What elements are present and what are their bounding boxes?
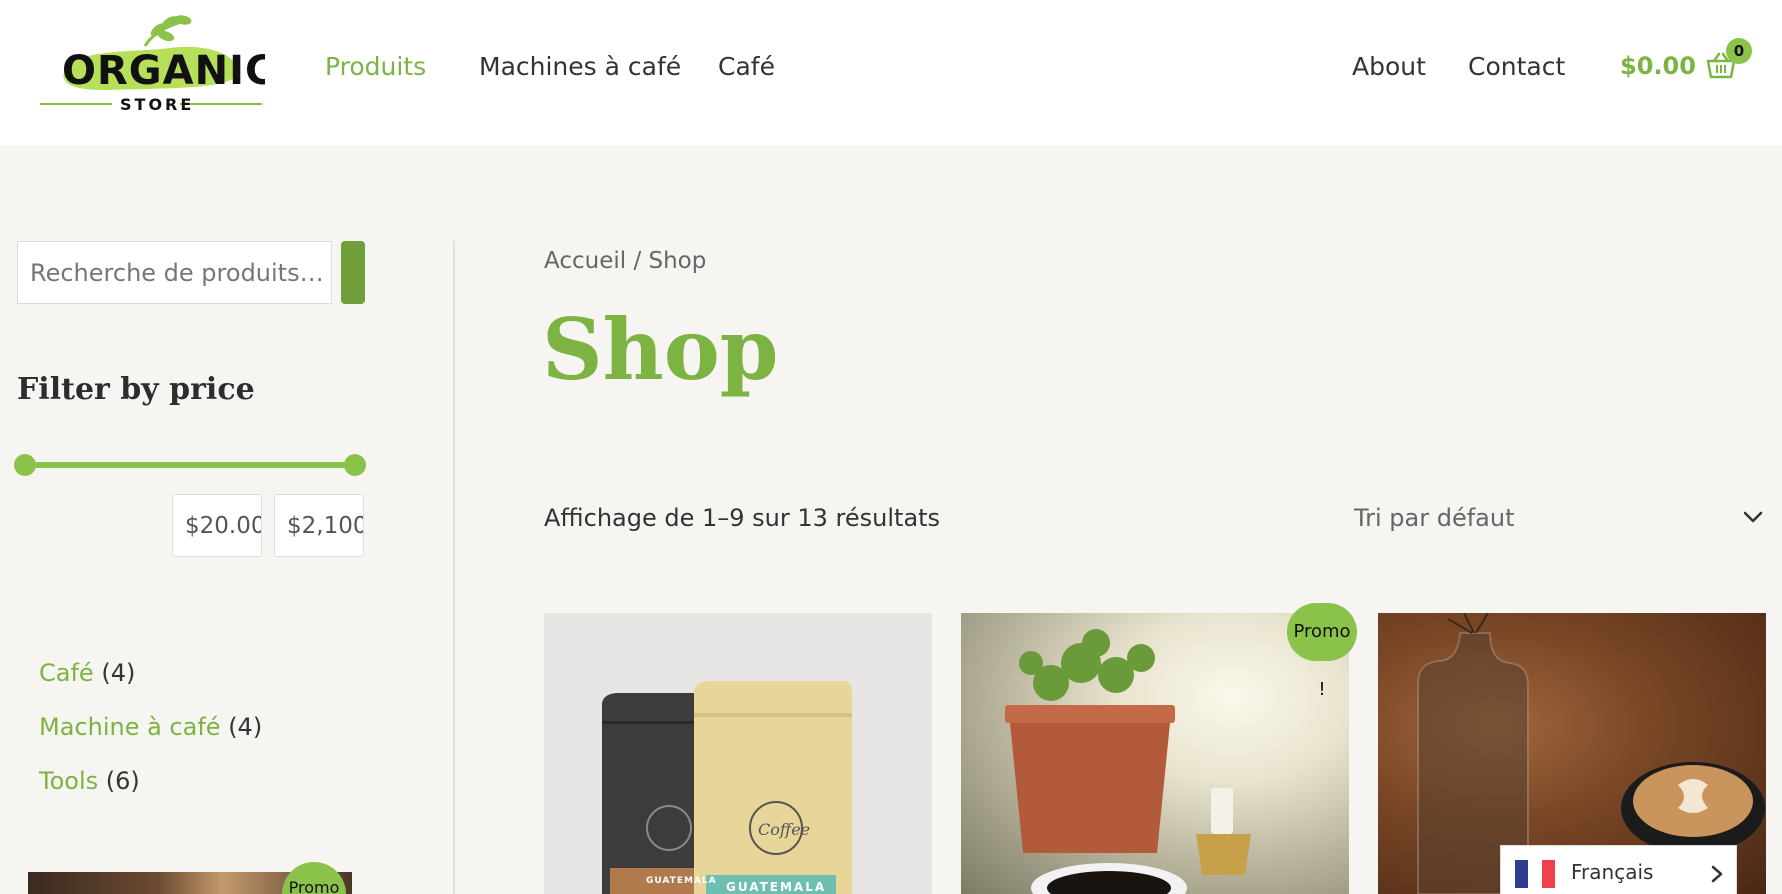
category-item-tools: Tools (6) <box>39 767 140 795</box>
nav-contact[interactable]: Contact <box>1468 52 1565 81</box>
product-search-input[interactable] <box>17 241 332 304</box>
nav-cafe[interactable]: Café <box>718 52 775 81</box>
nav-machines-a-cafe[interactable]: Machines à café <box>479 52 681 81</box>
chevron-down-icon <box>1743 511 1763 523</box>
language-label: Français <box>1571 860 1654 884</box>
french-flag-icon <box>1515 860 1555 888</box>
breadcrumb[interactable]: Accueil / Shop <box>544 248 706 274</box>
filter-by-price-title: Filter by price <box>17 372 255 407</box>
category-count: (4) <box>228 713 263 741</box>
coffee-bags-image: Coffee GUATEMALA GUATEMALA <box>602 681 852 894</box>
svg-text:GUATEMALA: GUATEMALA <box>726 880 826 894</box>
product-card-coffee-bags[interactable]: Coffee GUATEMALA GUATEMALA <box>544 613 932 894</box>
sidebar-divider <box>453 241 455 894</box>
cart-total[interactable]: $0.00 <box>1620 52 1696 80</box>
sidebar-promo-badge: Promo <box>282 862 346 894</box>
price-slider-min-handle[interactable] <box>14 454 36 476</box>
language-switcher[interactable]: Français <box>1500 845 1737 894</box>
category-count: (4) <box>101 659 136 687</box>
max-price-input[interactable] <box>274 494 364 557</box>
product-card-plant-coffee[interactable] <box>961 613 1349 894</box>
category-link-tools[interactable]: Tools <box>39 767 98 795</box>
svg-text:GUATEMALA: GUATEMALA <box>646 876 717 886</box>
sort-select[interactable]: Tri par défaut <box>1354 498 1764 538</box>
category-item-cafe: Café (4) <box>39 659 135 687</box>
nav-about[interactable]: About <box>1352 52 1426 81</box>
category-link-machine[interactable]: Machine à café <box>39 713 221 741</box>
svg-text:Coffee: Coffee <box>758 820 810 839</box>
svg-text:ORGANIC: ORGANIC <box>62 48 265 94</box>
plant-coffee-image <box>1005 629 1251 894</box>
promo-badge: Promo ! <box>1287 603 1357 700</box>
price-slider-max-handle[interactable] <box>344 454 366 476</box>
page-title: Shop <box>542 300 779 399</box>
chevron-right-icon <box>1711 865 1723 883</box>
search-button[interactable] <box>341 241 365 304</box>
category-item-machine: Machine à café (4) <box>39 713 262 741</box>
svg-text:STORE: STORE <box>120 95 194 114</box>
category-link-cafe[interactable]: Café <box>39 659 94 687</box>
result-count: Affichage de 1–9 sur 13 résultats <box>544 504 941 532</box>
organic-store-logo[interactable]: ORGANIC STORE <box>40 8 265 114</box>
price-slider-track[interactable] <box>25 462 355 468</box>
site-header: ORGANIC STORE Produits Machines à café C… <box>0 0 1782 145</box>
min-price-input[interactable] <box>172 494 262 557</box>
sort-select-value: Tri par défaut <box>1354 504 1515 532</box>
nav-produits[interactable]: Produits <box>325 52 426 81</box>
category-count: (6) <box>105 767 140 795</box>
cart-count-badge: 0 <box>1726 38 1752 64</box>
